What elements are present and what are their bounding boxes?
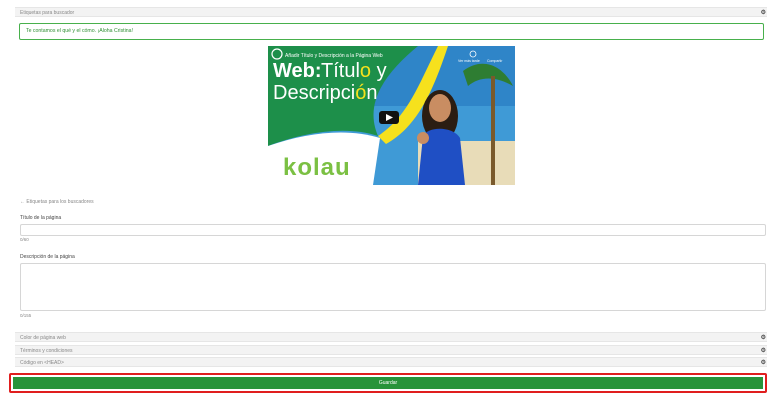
description-label: Descripción de la página: [20, 254, 75, 260]
section-title: Código en <HEAD>: [20, 360, 64, 366]
gear-icon[interactable]: ⚙: [761, 333, 766, 343]
tutorial-video[interactable]: Añadir Título y Descripción a la Página …: [268, 46, 515, 185]
section-title: Términos y condiciones: [20, 348, 73, 354]
section-header-terms[interactable]: Términos y condiciones ⚙: [15, 345, 767, 355]
video-heading-part: Descripci: [273, 82, 356, 104]
save-button[interactable]: Guardar: [13, 377, 763, 389]
section-title: Etiquetas para buscador: [20, 10, 75, 16]
help-hint: Te contamos el qué y el cómo. ¡Aloha Cri…: [19, 23, 764, 40]
kolau-logo: kolau: [283, 154, 351, 181]
section-header-seo[interactable]: Etiquetas para buscador ⚙: [15, 7, 767, 17]
page-description-textarea[interactable]: [20, 263, 766, 311]
video-heading-part: o: [359, 60, 372, 82]
video-title: Añadir Título y Descripción a la Página …: [285, 53, 383, 59]
title-char-counter: 0/60: [20, 237, 29, 242]
video-heading-part: n: [366, 82, 378, 104]
page-title-input[interactable]: [20, 224, 766, 236]
section-header-color[interactable]: Color de página web ⚙: [15, 332, 767, 342]
video-heading-descripcion: Descripción: [273, 82, 378, 105]
video-heading-part: ó: [355, 82, 367, 104]
section-header-head-code[interactable]: Código en <HEAD> ⚙: [15, 357, 767, 367]
share-button[interactable]: Compartir: [487, 59, 502, 63]
save-highlight: Guardar: [9, 373, 767, 393]
video-heading-part: y: [371, 60, 387, 82]
gear-icon[interactable]: ⚙: [761, 346, 766, 356]
gear-icon[interactable]: ⚙: [761, 358, 766, 368]
title-label: Título de la página: [20, 215, 62, 221]
video-heading-part: Títul: [321, 60, 360, 82]
video-heading-titulo: Título y: [321, 60, 387, 83]
description-char-counter: 0/155: [20, 313, 32, 318]
watch-later-button[interactable]: Ver más tarde: [458, 59, 480, 63]
back-link[interactable]: ← Etiquetas para los buscadores: [20, 199, 94, 205]
section-title: Color de página web: [20, 335, 66, 341]
video-heading-web: Web:: [273, 60, 322, 82]
gear-icon[interactable]: ⚙: [761, 8, 766, 18]
